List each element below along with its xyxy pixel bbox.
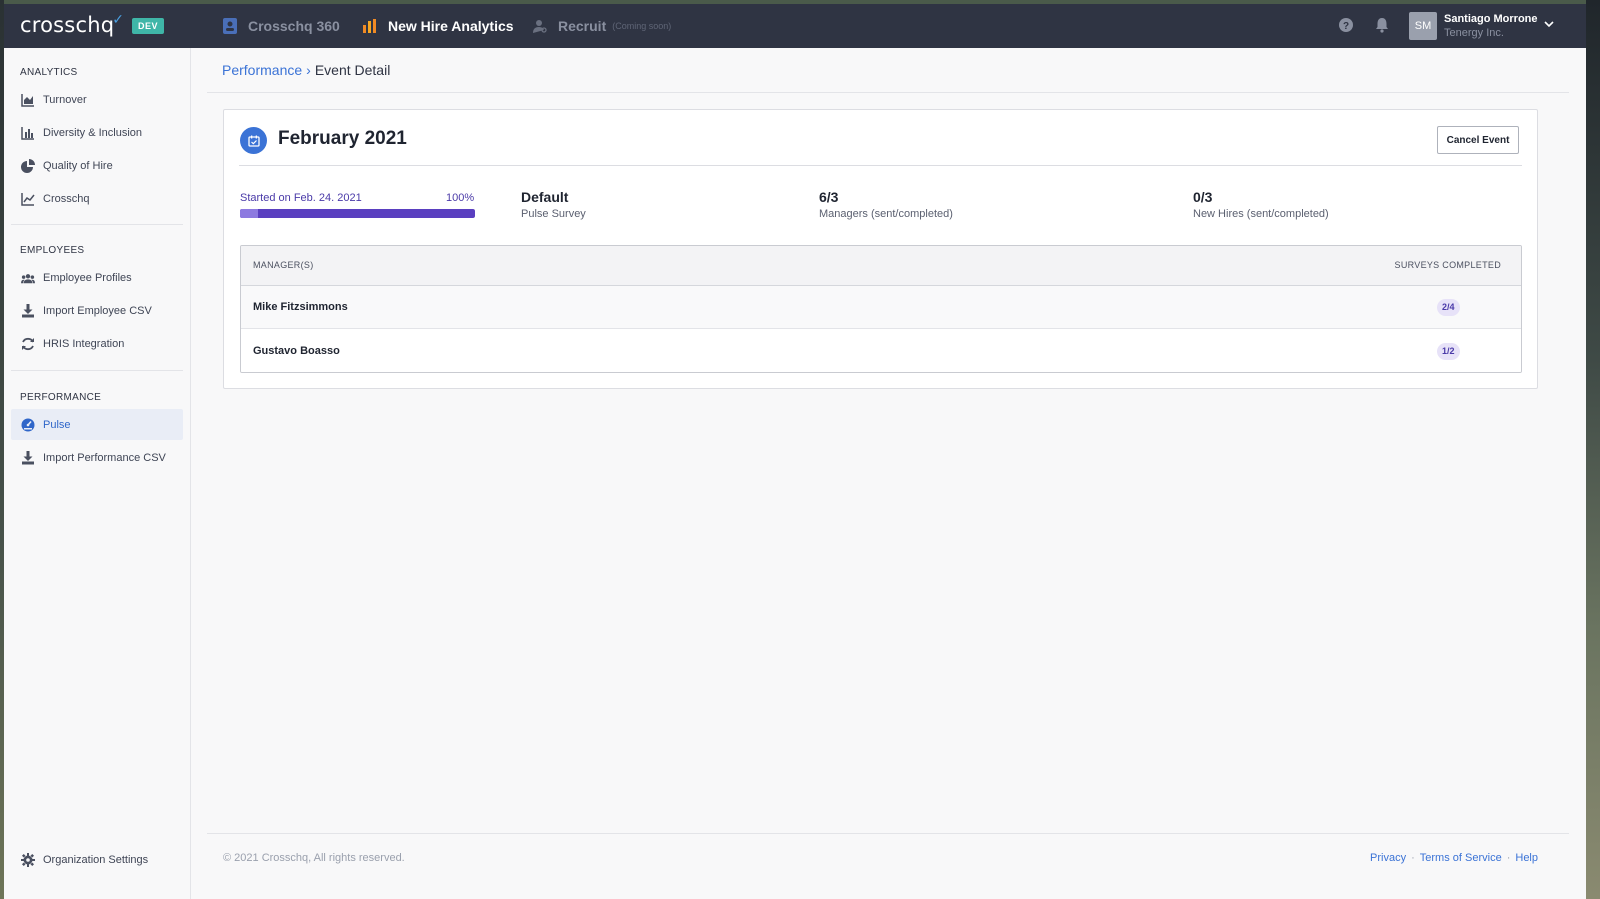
manager-name: Gustavo Boasso xyxy=(253,345,340,357)
sidebar-item-pulse[interactable]: Pulse xyxy=(11,409,183,440)
stat-value: 6/3 xyxy=(819,189,839,205)
nav-label: Crosschq 360 xyxy=(248,18,340,34)
cancel-event-button[interactable]: Cancel Event xyxy=(1437,126,1519,154)
content-divider xyxy=(207,92,1569,93)
sidebar-item-label: Turnover xyxy=(43,93,87,106)
sidebar-item-employee-profiles[interactable]: Employee Profiles xyxy=(11,262,183,293)
breadcrumb-link-performance[interactable]: Performance xyxy=(222,62,302,78)
sync-icon xyxy=(21,337,35,351)
sidebar-divider xyxy=(11,370,183,371)
sidebar-item-label: HRIS Integration xyxy=(43,337,125,350)
stat-survey-type: Default Pulse Survey xyxy=(521,189,586,220)
sidebar-item-label: Import Employee CSV xyxy=(43,304,152,317)
sidebar-item-diversity[interactable]: Diversity & Inclusion xyxy=(11,117,183,148)
crosschq-logo[interactable]: crosschq✓ xyxy=(20,12,126,37)
nav-label: Recruit xyxy=(558,18,607,34)
breadcrumb-separator: › xyxy=(306,62,311,78)
sidebar-item-label: Employee Profiles xyxy=(43,271,132,284)
svg-text:?: ? xyxy=(1343,21,1349,32)
stat-new-hires: 0/3 New Hires (sent/completed) xyxy=(1193,189,1329,220)
sidebar-item-label: Quality of Hire xyxy=(43,159,113,172)
download-icon xyxy=(21,303,35,318)
nav-label: New Hire Analytics xyxy=(388,18,514,34)
sidebar-item-turnover[interactable]: Turnover xyxy=(11,84,183,115)
calendar-icon xyxy=(240,127,267,154)
surveys-completed-badge: 2/4 xyxy=(1437,299,1460,316)
column-header-surveys-completed[interactable]: SURVEYS COMPLETED xyxy=(1395,260,1501,270)
progress-bar-fill xyxy=(240,209,475,218)
footer-link-help[interactable]: Help xyxy=(1515,852,1538,864)
footer-divider xyxy=(207,833,1569,834)
stat-value: Default xyxy=(521,189,569,205)
sidebar-item-label: Pulse xyxy=(43,418,71,431)
env-badge: DEV xyxy=(132,18,165,34)
sidebar-item-label: Organization Settings xyxy=(43,853,149,866)
sidebar-item-import-performance-csv[interactable]: Import Performance CSV xyxy=(11,442,183,473)
sidebar-item-hris-integration[interactable]: HRIS Integration xyxy=(11,328,183,359)
stat-caption: Pulse Survey xyxy=(521,208,586,220)
app-window: crosschq✓ DEV Crosschq 360 New Hire Anal… xyxy=(4,4,1586,899)
event-title: February 2021 xyxy=(278,128,407,149)
top-nav: crosschq✓ DEV Crosschq 360 New Hire Anal… xyxy=(4,4,1586,48)
table-row[interactable]: Mike Fitzsimmons 2/4 xyxy=(241,286,1521,329)
download-icon xyxy=(21,450,35,465)
gear-icon xyxy=(21,852,35,867)
footer-separator: · xyxy=(1506,852,1511,864)
stat-caption: Managers (sent/completed) xyxy=(819,208,953,220)
footer-link-terms[interactable]: Terms of Service xyxy=(1420,852,1502,864)
section-heading-employees: EMPLOYEES xyxy=(20,245,85,256)
id-card-icon xyxy=(222,18,238,34)
stat-managers: 6/3 Managers (sent/completed) xyxy=(819,189,953,220)
user-org: Tenergy Inc. xyxy=(1444,27,1504,39)
surveys-completed-badge: 1/2 xyxy=(1437,343,1460,360)
bar-chart-icon xyxy=(362,18,378,34)
stat-value: 0/3 xyxy=(1193,189,1213,205)
managers-table: MANAGER(S) SURVEYS COMPLETED Mike Fitzsi… xyxy=(240,245,1522,373)
stat-caption: New Hires (sent/completed) xyxy=(1193,208,1329,220)
users-icon xyxy=(21,271,35,285)
user-search-icon xyxy=(532,18,548,34)
card-divider xyxy=(239,165,1522,166)
breadcrumb-current: Event Detail xyxy=(314,62,391,78)
section-heading-analytics: ANALYTICS xyxy=(20,67,78,78)
sidebar-divider xyxy=(11,224,183,225)
help-icon[interactable]: ? xyxy=(1338,17,1354,33)
pie-chart-icon xyxy=(21,158,35,173)
avatar[interactable]: SM xyxy=(1409,12,1437,40)
footer-separator: · xyxy=(1411,852,1415,864)
nav-recruit[interactable]: Recruit (Coming soon) xyxy=(532,4,671,48)
coming-soon-note: (Coming soon) xyxy=(612,21,672,31)
sidebar-item-crosschq[interactable]: Crosschq xyxy=(11,183,183,214)
sidebar-item-label: Crosschq xyxy=(43,192,90,205)
footer-link-privacy[interactable]: Privacy xyxy=(1370,852,1406,864)
progress-percent: 100% xyxy=(446,192,475,204)
table-header: MANAGER(S) SURVEYS COMPLETED xyxy=(241,246,1521,286)
sidebar-item-import-employee-csv[interactable]: Import Employee CSV xyxy=(11,295,183,326)
sidebar-item-label: Import Performance CSV xyxy=(43,451,166,464)
column-header-managers[interactable]: MANAGER(S) xyxy=(253,260,314,270)
nav-crosschq-360[interactable]: Crosschq 360 xyxy=(222,4,340,48)
user-name[interactable]: Santiago Morrone xyxy=(1444,13,1538,25)
area-chart-icon xyxy=(21,93,35,107)
manager-name: Mike Fitzsimmons xyxy=(253,301,348,313)
gauge-icon xyxy=(21,418,35,432)
table-row[interactable]: Gustavo Boasso 1/2 xyxy=(241,330,1521,372)
sidebar-item-label: Diversity & Inclusion xyxy=(43,126,143,139)
footer-links: Privacy · Terms of Service · Help xyxy=(1370,852,1538,864)
sidebar-item-quality-of-hire[interactable]: Quality of Hire xyxy=(11,150,183,181)
bar-chart-icon xyxy=(21,126,35,140)
event-card: February 2021 Cancel Event Started on Fe… xyxy=(223,109,1538,389)
progress-label: Started on Feb. 24. 2021 xyxy=(240,192,362,204)
chevron-down-icon[interactable] xyxy=(1544,15,1554,33)
section-heading-performance: PERFORMANCE xyxy=(20,392,102,403)
line-chart-icon xyxy=(21,192,35,206)
progress-bar xyxy=(240,209,475,218)
desktop-background-right xyxy=(1586,0,1600,899)
nav-new-hire-analytics[interactable]: New Hire Analytics xyxy=(362,4,514,48)
breadcrumb: Performance › Event Detail xyxy=(222,62,390,78)
sidebar: ANALYTICS Turnover Diversity & Inclusion… xyxy=(4,48,191,899)
bell-icon[interactable] xyxy=(1374,17,1390,33)
copyright: © 2021 Crosschq, All rights reserved. xyxy=(223,852,405,864)
sidebar-item-organization-settings[interactable]: Organization Settings xyxy=(11,844,183,875)
